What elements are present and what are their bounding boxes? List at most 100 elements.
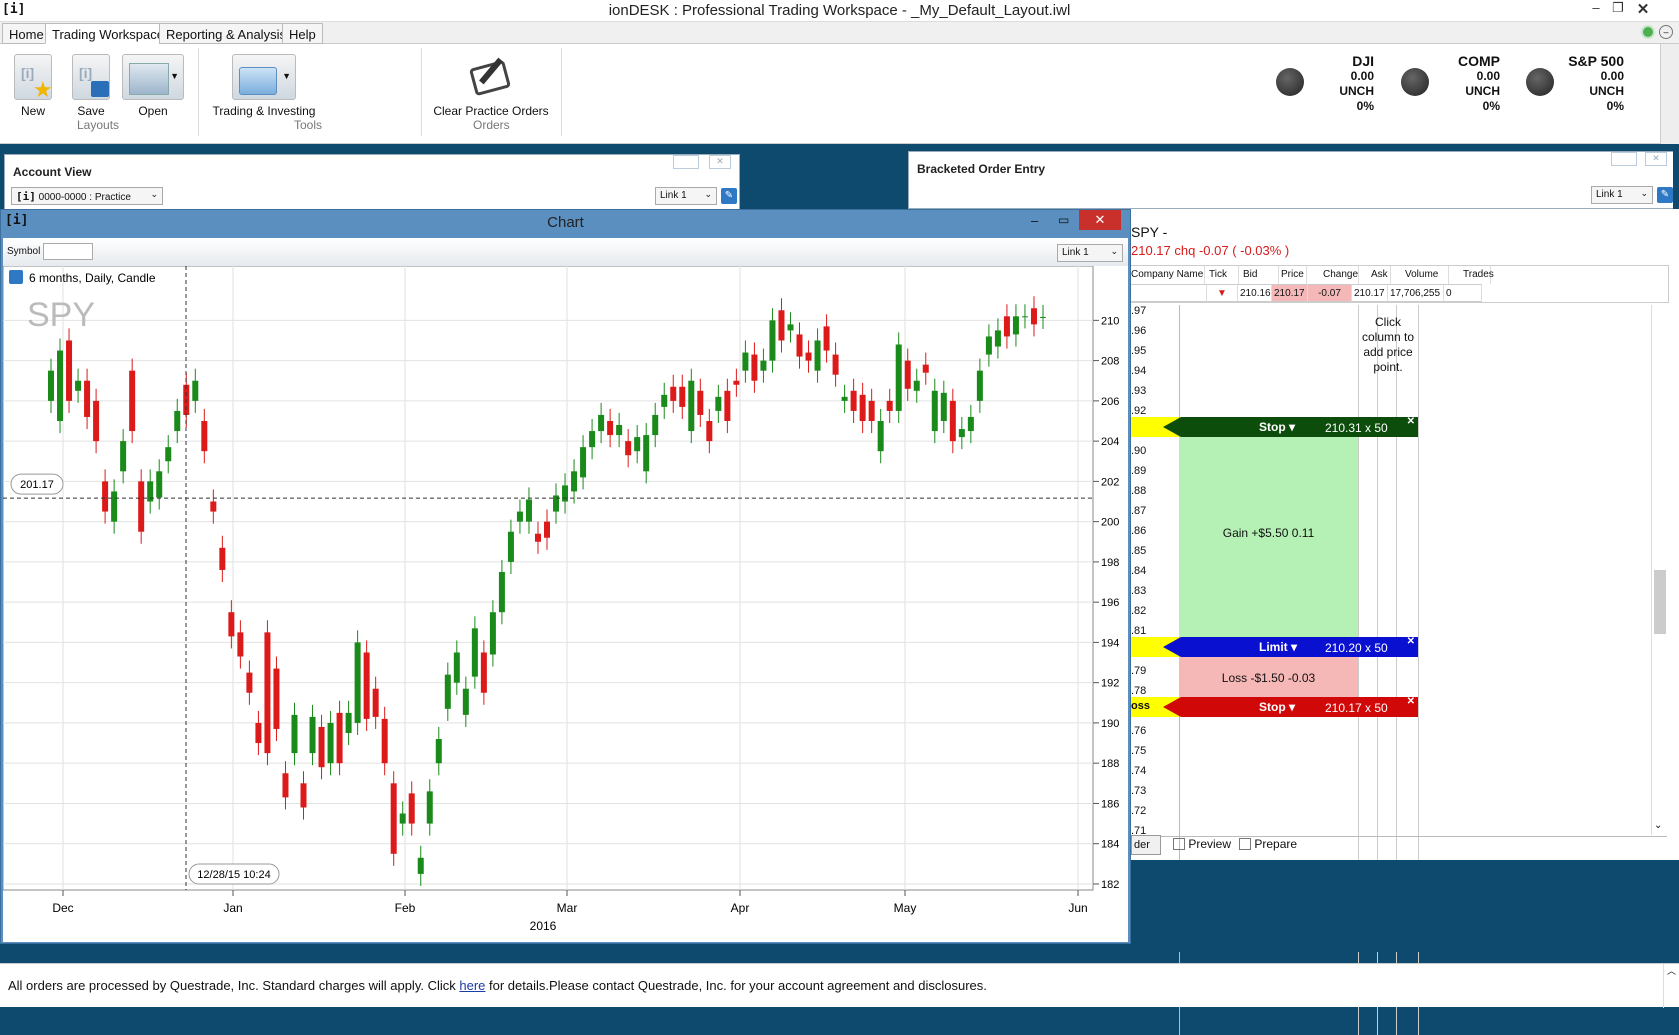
candle-body: [201, 420, 208, 452]
ladder-price-18[interactable]: .79: [1131, 665, 1146, 677]
remove-stop-top-icon[interactable]: ✕: [1407, 416, 1415, 427]
order-link-select[interactable]: Link 1 ⌄: [1591, 186, 1653, 204]
col-company-name[interactable]: Company Name: [1131, 266, 1205, 284]
ladder-price-14[interactable]: .83: [1131, 585, 1146, 597]
col-price[interactable]: Price: [1271, 266, 1307, 284]
col-ask[interactable]: Ask: [1361, 266, 1391, 284]
candle-body: [480, 652, 487, 693]
ladder-price-25[interactable]: .72: [1131, 805, 1146, 817]
col-tick[interactable]: Tick: [1209, 266, 1239, 284]
account-select[interactable]: [i] 0000-0000 : Practice ⌄: [11, 187, 163, 205]
status-bar: All orders are processed by Questrade, I…: [0, 963, 1679, 1008]
status-scrollbar[interactable]: ︿: [1663, 964, 1679, 1008]
preview-checkbox[interactable]: Preview: [1173, 837, 1231, 851]
window-title: ionDESK : Professional Trading Workspace…: [608, 2, 1071, 19]
ladder-price-15[interactable]: .82: [1131, 605, 1146, 617]
ladder-price-24[interactable]: .73: [1131, 785, 1146, 797]
y-tick-label: 198: [1101, 557, 1119, 569]
col-change[interactable]: Change: [1311, 266, 1359, 284]
remove-limit-icon[interactable]: ✕: [1407, 636, 1415, 647]
title-bar: [i] ionDESK : Professional Trading Works…: [0, 0, 1679, 22]
candle-body: [435, 739, 442, 764]
ladder-price-3[interactable]: .94: [1131, 365, 1146, 377]
ladder-price-10[interactable]: .87: [1131, 505, 1146, 517]
prepare-checkbox[interactable]: Prepare: [1239, 837, 1297, 851]
order-settings-icon[interactable]: ✎: [1657, 187, 1673, 203]
panel-close-icon[interactable]: ✕: [709, 155, 731, 169]
restore-icon[interactable]: ❐: [1607, 0, 1629, 16]
ladder-scrollbar[interactable]: ⌄: [1651, 305, 1667, 835]
candle-body: [769, 320, 776, 361]
ladder-price-13[interactable]: .84: [1131, 565, 1146, 577]
candle-body: [336, 712, 343, 764]
ladder-price-0[interactable]: .97: [1131, 305, 1146, 317]
ladder-price-19[interactable]: .78: [1131, 685, 1146, 697]
ladder-price-2[interactable]: .95: [1131, 345, 1146, 357]
folder-icon: ▼: [232, 54, 296, 100]
minimize-icon[interactable]: –: [1585, 0, 1607, 15]
sp500-ticker[interactable]: S&P 500 0.00 UNCH 0%: [1560, 54, 1624, 114]
symbol-watermark: SPY: [27, 296, 95, 334]
ladder-price-5[interactable]: .92: [1131, 405, 1146, 417]
stop-top-bar[interactable]: Stop ▾ 210.31 x 50 ✕: [1163, 416, 1418, 437]
candle-body: [48, 370, 54, 401]
col-trades[interactable]: Trades: [1451, 266, 1494, 284]
ribbon-scrollbar[interactable]: [1660, 44, 1679, 144]
close-icon[interactable]: ✕: [1632, 0, 1654, 18]
symbol-input[interactable]: [43, 243, 93, 260]
x-tick-label-jun: Jun: [1068, 901, 1087, 915]
tab-help[interactable]: Help: [282, 23, 323, 44]
candle-body: [363, 652, 370, 719]
panel-close-icon[interactable]: ✕: [1645, 152, 1667, 166]
chart-link-select[interactable]: Link 1 ⌄: [1057, 244, 1123, 262]
comp-ticker[interactable]: COMP 0.00 UNCH 0%: [1440, 54, 1500, 114]
ladder-price-1[interactable]: .96: [1131, 325, 1146, 337]
candle-body: [904, 360, 911, 389]
candlestick-chart[interactable]: Dec Jan Feb Mar Apr May Jun 2016 182 184 186 188 190…: [3, 266, 1128, 942]
layout-grid-icon[interactable]: [673, 155, 699, 169]
candle-body: [760, 360, 767, 371]
dji-ticker[interactable]: DJI 0.00 UNCH 0%: [1318, 54, 1374, 114]
tab-trading-workspace[interactable]: Trading Workspace: [45, 23, 171, 44]
account-link-select[interactable]: Link 1 ⌄: [655, 187, 717, 205]
account-settings-icon[interactable]: ✎: [721, 188, 737, 204]
ladder-price-4[interactable]: .93: [1131, 385, 1146, 397]
candle-body: [643, 435, 650, 472]
save-icon: [i]: [72, 54, 110, 100]
ribbon: [i] ★ New [i] Save ▼ Open Layouts ▼ Trad…: [0, 44, 1679, 144]
trading-investing-button[interactable]: ▼ Trading & Investing: [208, 54, 320, 118]
ladder-price-11[interactable]: .86: [1131, 525, 1146, 537]
comp-status-icon: [1401, 68, 1429, 96]
ladder-price-7[interactable]: .90: [1131, 445, 1146, 457]
chart-close-icon[interactable]: ✕: [1079, 210, 1121, 230]
layout-grid-icon[interactable]: [1611, 152, 1637, 166]
candle-body: [796, 334, 803, 357]
details-link[interactable]: here: [459, 978, 485, 993]
candle-body: [156, 471, 163, 498]
ladder-price-9[interactable]: .88: [1131, 485, 1146, 497]
ladder-price-8[interactable]: .89: [1131, 465, 1146, 477]
tab-reporting-analysis[interactable]: Reporting & Analysis: [159, 23, 293, 44]
place-order-button[interactable]: der: [1131, 835, 1161, 855]
chart-maximize-icon[interactable]: ▭: [1058, 213, 1069, 227]
options-icon[interactable]: –: [1659, 25, 1673, 39]
ladder-price-22[interactable]: .75: [1131, 745, 1146, 757]
ladder-price-21[interactable]: .76: [1131, 725, 1146, 737]
y-tick-label: 204: [1101, 436, 1119, 448]
limit-bar[interactable]: Limit ▾ 210.20 x 50 ✕: [1163, 636, 1418, 657]
clear-practice-orders-button[interactable]: Clear Practice Orders: [432, 54, 550, 118]
open-layout-button[interactable]: ▼ Open: [121, 54, 185, 118]
new-layout-button[interactable]: [i] ★ New: [10, 54, 56, 118]
remove-stop-bottom-icon[interactable]: ✕: [1407, 696, 1415, 707]
ladder-price-23[interactable]: .74: [1131, 765, 1146, 777]
stop-bottom-bar[interactable]: Stop ▾ 210.17 x 50 ✕: [1163, 696, 1418, 717]
col-volume[interactable]: Volume: [1393, 266, 1449, 284]
tab-home[interactable]: Home: [2, 23, 51, 44]
y-tick-label: 210: [1101, 315, 1119, 327]
ladder-price-12[interactable]: .85: [1131, 545, 1146, 557]
chart-minimize-icon[interactable]: –: [1031, 213, 1038, 228]
candle-body: [525, 499, 532, 522]
ladder-price-16[interactable]: .81: [1131, 625, 1146, 637]
candle-body: [580, 447, 587, 478]
save-layout-button[interactable]: [i] Save: [68, 54, 114, 118]
